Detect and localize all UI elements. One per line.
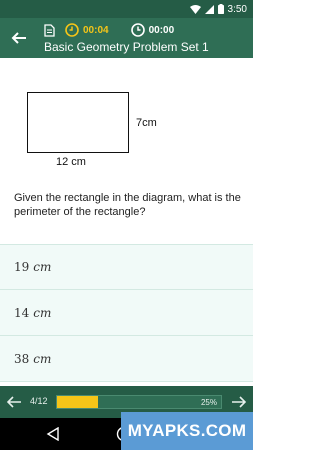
answer-unit: cm (33, 351, 52, 366)
watermark-banner: MYAPKS.COM (121, 412, 253, 450)
next-question-button[interactable] (231, 394, 247, 410)
previous-question-button[interactable] (6, 394, 22, 410)
document-icon[interactable] (44, 23, 55, 37)
status-time: 3:50 (227, 3, 247, 15)
rectangle-diagram: 7cm 12 cm (0, 58, 253, 178)
clock-icon (65, 23, 79, 37)
answer-value: 14 (14, 305, 30, 320)
arrow-left-icon (11, 32, 26, 44)
answer-option-b[interactable]: 14 cm (0, 290, 253, 336)
watermark-text: MYAPKS.COM (127, 421, 247, 440)
height-label: 7cm (136, 117, 157, 129)
stopwatch-icon (130, 23, 145, 37)
status-icons: 3:50 (189, 2, 247, 16)
answer-value: 19 (14, 260, 30, 274)
answer-option-a[interactable]: 19 cm (0, 244, 253, 290)
timer-row: 00:04 00:00 (44, 22, 174, 38)
progress-fill (57, 396, 98, 408)
question-text: Given the rectangle in the diagram, what… (14, 192, 241, 218)
rectangle-shape (27, 92, 129, 153)
app-bar: 00:04 00:00 Basic Geometry Problem Set 1 (0, 18, 253, 58)
answer-unit: cm (33, 305, 52, 320)
elapsed-time: 00:04 (83, 24, 109, 36)
width-label: 12 cm (56, 156, 86, 168)
nav-back-icon[interactable] (46, 427, 60, 441)
battery-icon (217, 4, 224, 14)
back-button[interactable] (10, 29, 28, 47)
answer-unit: cm (33, 260, 52, 274)
answer-choices: 19 cm 14 cm 38 cm (0, 244, 253, 382)
progress-bar: 25% (56, 395, 222, 409)
answer-value: 38 (14, 351, 30, 366)
progress-percent: 25% (200, 398, 217, 407)
signal-icon (204, 4, 214, 14)
status-bar: 3:50 (0, 0, 253, 18)
answer-option-c[interactable]: 38 cm (0, 336, 253, 382)
page-title: Basic Geometry Problem Set 1 (44, 40, 209, 54)
remaining-time: 00:00 (148, 24, 175, 36)
question-counter: 4/12 (30, 396, 48, 406)
wifi-icon (189, 4, 201, 14)
